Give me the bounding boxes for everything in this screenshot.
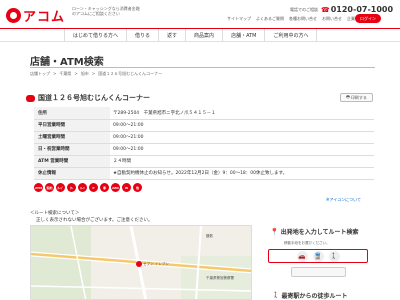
- row-key-address: 住所: [34, 107, 110, 120]
- route-note: ＜ルート検索について＞ 正しく表示されない場合がございます。ご注意ください。: [30, 210, 153, 224]
- table-row: 土曜営業時間 09:00～21:00: [34, 131, 374, 144]
- card-icon: ｶｰﾄﾞ: [56, 183, 65, 192]
- other-service-icon: 他: [133, 183, 142, 192]
- row-key-suspension: 休止情報: [34, 167, 110, 180]
- route-search-button[interactable]: [291, 267, 346, 277]
- walking-route-text: 最寄駅からの徒歩ルート: [281, 293, 348, 300]
- map-roads: [31, 226, 251, 299]
- accessible-icon: 車: [100, 183, 109, 192]
- table-row: 住所 〒289-2504 千葉県旭市ニ字北ノ爪５４１５－１: [34, 107, 374, 120]
- print-button[interactable]: 🖶 印刷する: [340, 93, 373, 102]
- store-type-badge: [26, 95, 35, 102]
- row-key-weekday: 平日営業時間: [34, 119, 110, 132]
- nav-current-users[interactable]: ご利用中の方へ: [264, 29, 318, 41]
- aed-icon: AED: [111, 183, 120, 192]
- global-nav: はじめて借りる方へ 借りる 返す 商品案内 店舗・ATM ご利用中の方へ: [64, 29, 318, 41]
- header-links: サイトマップ よくあるご質問 各種お問い合せ お問い合せ 企業情報サイト: [227, 16, 375, 22]
- row-key-atm: ATM 営業時間: [34, 155, 110, 168]
- car-icon[interactable]: 🚗: [296, 250, 308, 262]
- map-label-police: 千葉県警旭警察署: [206, 276, 234, 280]
- logo-text: アコム: [23, 10, 66, 25]
- link-contact[interactable]: お問い合せ: [322, 16, 342, 22]
- row-value-atm: ２４時間: [110, 155, 374, 168]
- nav-stores-atm[interactable]: 店舗・ATM: [222, 29, 264, 41]
- nav-first-time[interactable]: はじめて借りる方へ: [64, 29, 126, 41]
- walking-route-icon: 🚶: [272, 292, 280, 299]
- store-map[interactable]: セブン-イレブン 鎌数 千葉県警旭警察署: [30, 225, 252, 300]
- contract-icon: 契約: [45, 183, 54, 192]
- pin-icon: 📍: [270, 227, 279, 236]
- store-info-table: 住所 〒289-2504 千葉県旭市ニ字北ノ爪５４１５－１ 平日営業時間 09:…: [34, 107, 374, 180]
- wifi-icon: W: [122, 183, 131, 192]
- logo-mark-icon: [6, 8, 21, 23]
- title-divider: [30, 67, 375, 68]
- table-row: 平日営業時間 09:00～21:00: [34, 119, 374, 132]
- map-label-kamakazu: 鎌数: [206, 234, 213, 238]
- row-value-suspension: ★自動契約機休止のお知らせ。2022年12月2日（金）9：00～18：00休止致…: [110, 167, 374, 180]
- parking-icon: P: [89, 183, 98, 192]
- row-value-holiday: 09:00～21:00: [110, 143, 374, 156]
- row-value-weekday: 09:00～21:00: [110, 119, 374, 132]
- route-note-text: 正しく表示されない場合がございます。ご注意ください。: [36, 218, 153, 223]
- route-search-panel: 📍 出発地を入力してルート検索 移動手段をお選びください。 🚗 🚆 🚶: [258, 222, 376, 282]
- credit-icon: ｸﾚ: [67, 183, 76, 192]
- route-note-title: ＜ルート検索について＞: [30, 211, 80, 216]
- route-panel-subtitle: 移動手段をお選びください。: [284, 241, 330, 245]
- acom-logo[interactable]: アコム: [6, 6, 65, 25]
- nav-divider: [0, 41, 400, 42]
- phone-contact: 電話でのご相談 ☎ 0120-07-1000: [290, 5, 393, 14]
- table-row: ATM 営業時間 ２４時間: [34, 155, 374, 168]
- transport-mode-selector: 🚗 🚆 🚶: [268, 249, 368, 263]
- walking-route-heading: 🚶 最寄駅からの徒歩ルート: [272, 291, 348, 300]
- loan-icon: ﾛｰﾝ: [78, 183, 87, 192]
- route-panel-title: 📍 出発地を入力してルート検索: [270, 227, 359, 237]
- printer-icon: 🖶: [346, 94, 350, 99]
- service-icons: ATM 契約 ｶｰﾄﾞ ｸﾚ ﾛｰﾝ P 車 AED W 他: [34, 183, 142, 192]
- walk-icon[interactable]: 🚶: [328, 250, 340, 262]
- train-icon[interactable]: 🚆: [312, 250, 324, 262]
- icon-legend-link[interactable]: ※アイコンについて: [326, 197, 361, 203]
- link-faq[interactable]: よくあるご質問: [256, 16, 284, 22]
- phone-label: 電話でのご相談: [290, 6, 318, 12]
- nav-products[interactable]: 商品案内: [185, 29, 222, 41]
- table-row: 休止情報 ★自動契約機休止のお知らせ。2022年12月2日（金）9：00～18：…: [34, 167, 374, 180]
- print-label: 印刷する: [350, 94, 367, 100]
- store-name: 国道１２６号旭むじんくんコーナー: [38, 94, 150, 102]
- phone-number[interactable]: 0120-07-1000: [331, 5, 393, 14]
- breadcrumb-current: 国道１２６号旭むじんくんコーナー: [98, 71, 163, 76]
- login-button[interactable]: ログイン: [355, 14, 381, 23]
- breadcrumb-prefecture[interactable]: 千葉県: [59, 71, 71, 77]
- row-key-holiday: 日・祝営業時間: [34, 143, 110, 156]
- table-row: 日・祝営業時間 09:00～21:00: [34, 143, 374, 156]
- route-panel-title-text: 出発地を入力してルート検索: [280, 229, 359, 236]
- link-inquiries[interactable]: 各種お問い合せ: [289, 16, 317, 22]
- phone-icon: ☎: [321, 5, 330, 14]
- site-header: アコム ローン・キャッシングなら消費者金融のアコムにご相談ください 電話でのご相…: [0, 0, 400, 28]
- breadcrumb-city[interactable]: 旭市: [81, 71, 89, 77]
- nav-borrow[interactable]: 借りる: [126, 29, 158, 41]
- breadcrumb-store-top[interactable]: 店舗トップ: [30, 71, 50, 77]
- row-value-address: 〒289-2504 千葉県旭市ニ字北ノ爪５４１５－１: [110, 107, 374, 120]
- atm-icon: ATM: [34, 183, 43, 192]
- page-title: 店舗・ATM検索: [30, 57, 104, 68]
- nav-repay[interactable]: 返す: [158, 29, 185, 41]
- breadcrumb: 店舗トップ > 千葉県 > 旭市 > 国道１２６号旭むじんくんコーナー: [30, 71, 163, 77]
- row-value-saturday: 09:00～21:00: [110, 131, 374, 144]
- map-label-seven: セブン-イレブン: [143, 262, 169, 266]
- header-tagline: ローン・キャッシングなら消費者金融のアコムにご相談ください: [72, 6, 140, 16]
- link-sitemap[interactable]: サイトマップ: [227, 16, 251, 22]
- row-key-saturday: 土曜営業時間: [34, 131, 110, 144]
